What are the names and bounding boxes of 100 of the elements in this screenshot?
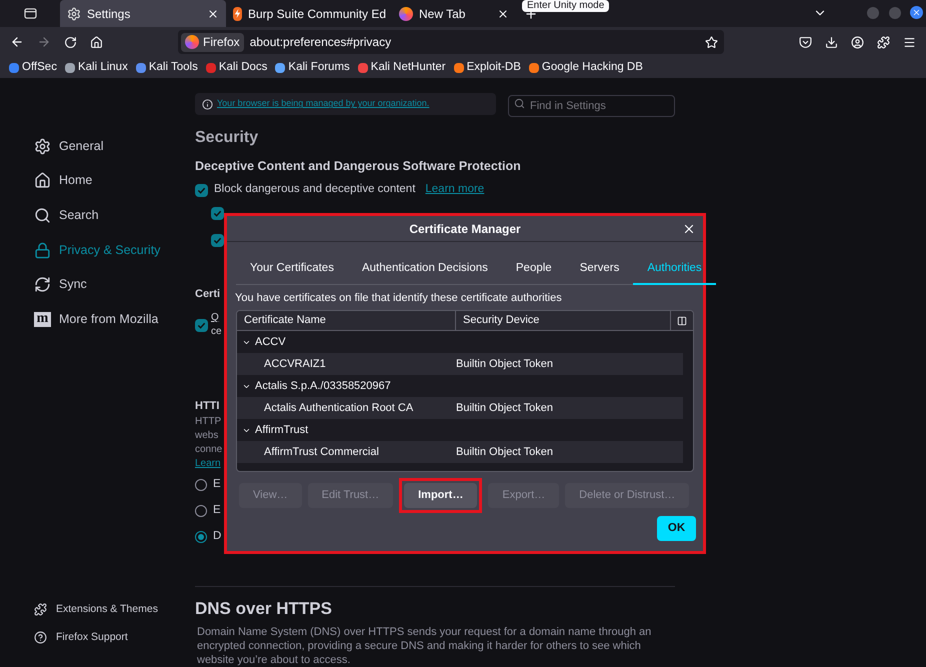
close-button[interactable] (910, 6, 923, 19)
description-text: Domain Name System (DNS) over HTTPS sends your request for a domain name through an encrypted connection, providing a secure DNS and making it harder for others to see which website you’re about to access. (197, 625, 652, 667)
option-label: Block dangerous and deceptive content (214, 182, 416, 198)
checkbox[interactable] (195, 184, 208, 196)
radio-button[interactable] (195, 531, 207, 543)
gear-icon (34, 138, 51, 154)
bookmark-link[interactable]: OffSec (9, 58, 57, 76)
puzzle-icon (34, 603, 47, 616)
logo-icon: m (34, 312, 51, 327)
column-header[interactable]: Security Device (456, 311, 671, 330)
column-header[interactable]: Certificate Name (237, 311, 456, 330)
tree-cell-text: Actalis Authentication Root CA (263, 400, 414, 416)
section-heading: DNS over HTTPS (195, 598, 333, 620)
sidebar-item[interactable]: Search (34, 203, 195, 228)
subsection-heading: HTTI (195, 399, 220, 414)
description-text: conne (195, 443, 222, 457)
bookmark-star-icon[interactable] (705, 36, 718, 49)
lightning-logo-icon (233, 6, 242, 20)
tab-title: Settings (87, 6, 132, 22)
info-icon (202, 98, 213, 110)
tree-cell-text: AffirmTrust Commercial (263, 444, 380, 460)
close-icon[interactable] (682, 222, 696, 236)
search-icon (514, 98, 525, 109)
sidebar-item[interactable]: Sync (34, 272, 195, 297)
checkbox[interactable] (211, 234, 224, 246)
account-icon[interactable] (851, 36, 864, 49)
bookmark-link[interactable]: Kali Docs (206, 58, 268, 76)
tree-cell-text: Builtin Object Token (456, 400, 554, 416)
sidebar-link[interactable]: Extensions & Themes (34, 600, 195, 619)
option-label: ce (211, 325, 222, 339)
address-bar[interactable]: Firefox about:preferences#privacy (178, 30, 724, 54)
pocket-icon[interactable] (799, 36, 812, 49)
tooltip: Enter Unity mode (522, 0, 610, 12)
close-icon[interactable] (207, 8, 219, 20)
tab-title: Burp Suite Community Ed (248, 6, 386, 22)
column-picker-icon[interactable] (677, 316, 687, 326)
tab-title: New Tab (419, 6, 466, 22)
bookmark-link[interactable]: Exploit-DB (454, 58, 521, 76)
tree-row[interactable]: ACCV (237, 331, 683, 353)
learn-more-link[interactable]: Learn (195, 457, 221, 471)
bookmark-link[interactable]: Kali Tools (136, 58, 198, 76)
tree-cell-text: ACCVRAIZ1 (263, 356, 327, 372)
dialog-title: Certificate Manager (409, 220, 521, 238)
description-text: webs (195, 429, 218, 443)
learn-more-link[interactable]: Learn more (425, 181, 484, 199)
reload-icon[interactable] (64, 36, 77, 49)
dialog-tab[interactable]: Servers (566, 255, 634, 285)
close-icon[interactable] (497, 8, 509, 20)
radio-button[interactable] (195, 479, 207, 491)
checkbox[interactable] (195, 318, 208, 332)
close-icon (912, 8, 921, 17)
bookmark-link[interactable]: Kali NetHunter (358, 58, 446, 76)
dialog-tab[interactable]: Authorities (633, 255, 716, 285)
identity-chip[interactable]: Firefox (181, 32, 244, 52)
tree-row[interactable]: AffirmTrust (237, 419, 683, 441)
sidebar-item[interactable]: m More from Mozilla (34, 307, 195, 332)
sidebar-item[interactable]: Home (34, 168, 195, 193)
extensions-icon[interactable] (877, 36, 890, 49)
radio-label: E (213, 477, 221, 492)
description-text: HTTP (195, 415, 222, 429)
sidebar-link[interactable]: Firefox Support (34, 628, 195, 647)
dialog-tab[interactable]: People (502, 255, 566, 285)
browser-tab[interactable]: Settings (60, 0, 226, 27)
home-icon[interactable] (90, 36, 103, 49)
tree-cell-text: Builtin Object Token (456, 356, 554, 372)
lock-icon (34, 242, 51, 259)
fox-logo-icon (399, 6, 413, 20)
radio-button[interactable] (195, 505, 207, 517)
home-icon (34, 172, 51, 190)
search-icon (34, 206, 51, 224)
back-icon[interactable] (10, 35, 24, 50)
sidebar-item[interactable]: Privacy & Security (34, 238, 195, 262)
bookmark-link[interactable]: Kali Linux (64, 58, 128, 76)
tree-cell-text: Builtin Object Token (456, 444, 554, 460)
sidebar-item[interactable]: General (34, 134, 195, 158)
browser-tab[interactable]: New Tab (392, 0, 516, 27)
dialog-description: You have certificates on file that identify these certificate authorities (235, 291, 563, 305)
section-heading: Security (195, 129, 260, 147)
checkbox[interactable] (211, 206, 224, 220)
subsection-heading: Deceptive Content and Dangerous Software Protection (195, 158, 522, 175)
sync-icon (34, 276, 51, 294)
fox-logo-icon (185, 35, 199, 50)
gear-icon (67, 6, 81, 20)
dialog-button[interactable]: Import… (404, 483, 478, 508)
bookmark-link[interactable]: Google Hacking DB (528, 58, 643, 76)
tree-row[interactable]: Actalis S.p.A./03358520967 (237, 375, 683, 397)
help-icon (34, 631, 47, 644)
dialog-tab[interactable]: Your Certificates (236, 255, 348, 285)
menu-icon[interactable] (903, 36, 916, 49)
option-label: Q (211, 311, 219, 325)
url-text: about:preferences#privacy (250, 34, 392, 52)
download-icon[interactable] (825, 36, 838, 49)
managed-link[interactable]: Your browser is being managed by your organization. (217, 97, 430, 111)
ok-button[interactable]: OK (657, 516, 696, 541)
radio-label: E (213, 503, 221, 518)
subsection-heading: Certi (195, 287, 220, 302)
radio-label: D (213, 529, 222, 544)
bookmark-link[interactable]: Kali Forums (275, 58, 350, 76)
search-field[interactable]: Find in Settings (508, 95, 675, 117)
dialog-tab[interactable]: Authentication Decisions (348, 255, 502, 285)
